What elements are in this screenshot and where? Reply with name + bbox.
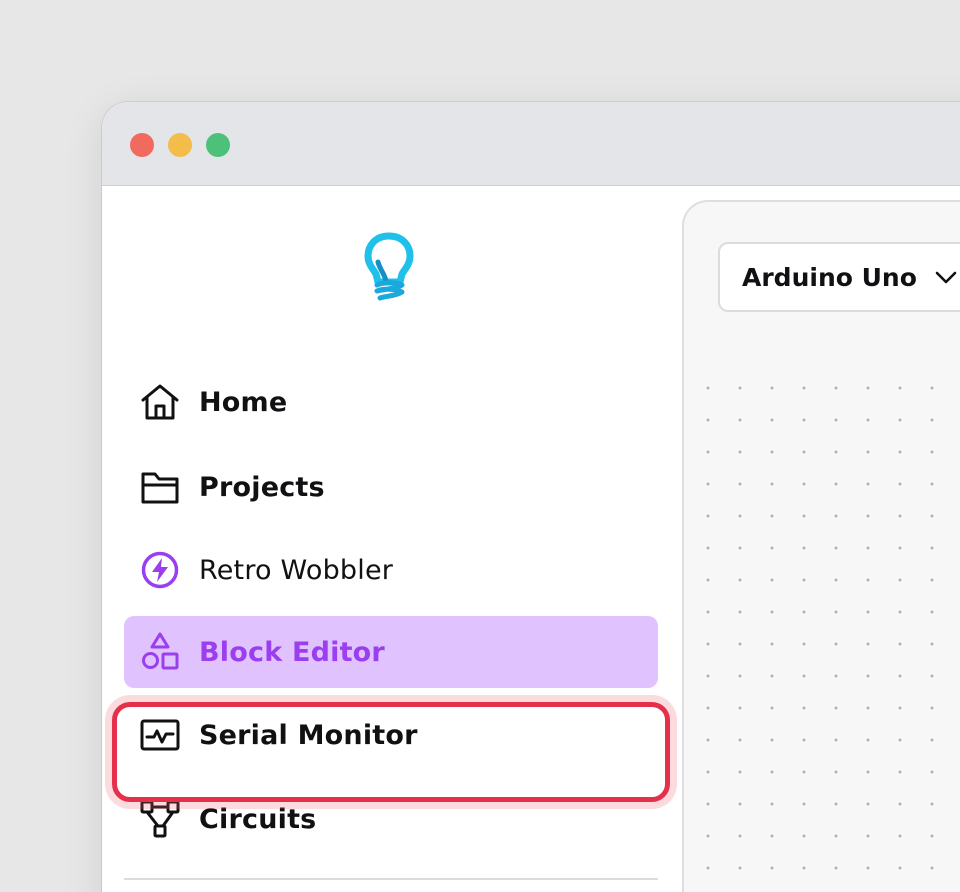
sidebar-item-block-editor[interactable]: Block Editor <box>124 616 658 688</box>
sidebar-item-label: Projects <box>199 471 325 503</box>
sidebar-item-label: Serial Monitor <box>199 719 418 751</box>
sidebar-item-projects[interactable]: Projects <box>124 451 658 523</box>
sidebar-item-circuits[interactable]: Circuits <box>124 783 658 855</box>
shapes-icon <box>139 631 181 673</box>
sidebar: Home Projects Retro Wobbler Block Editor… <box>102 186 682 892</box>
sidebar-item-serial-monitor[interactable]: Serial Monitor <box>124 699 658 771</box>
sidebar-item-label: Block Editor <box>199 636 385 668</box>
circuit-nodes-icon <box>139 798 181 840</box>
sidebar-divider <box>124 878 658 880</box>
canvas-dot-grid <box>684 362 960 892</box>
title-bar <box>102 102 960 186</box>
folder-icon <box>139 466 181 508</box>
home-icon <box>139 381 181 423</box>
sidebar-item-retro-wobbler[interactable]: Retro Wobbler <box>124 534 658 606</box>
minimize-window-button[interactable] <box>168 133 192 157</box>
maximize-window-button[interactable] <box>206 133 230 157</box>
sidebar-item-label: Retro Wobbler <box>199 554 394 586</box>
sidebar-item-home[interactable]: Home <box>124 366 658 438</box>
close-window-button[interactable] <box>130 133 154 157</box>
block-canvas[interactable]: Arduino Uno <box>682 200 960 892</box>
app-window: Home Projects Retro Wobbler Block Editor… <box>102 102 960 892</box>
sidebar-item-label: Circuits <box>199 803 317 835</box>
chevron-down-icon <box>933 264 959 290</box>
lightbulb-logo-icon <box>364 232 414 304</box>
board-select-dropdown[interactable]: Arduino Uno <box>718 242 960 312</box>
lightning-icon <box>139 549 181 591</box>
pulse-monitor-icon <box>139 714 181 756</box>
board-select-value: Arduino Uno <box>742 262 917 292</box>
sidebar-item-label: Home <box>199 386 288 418</box>
